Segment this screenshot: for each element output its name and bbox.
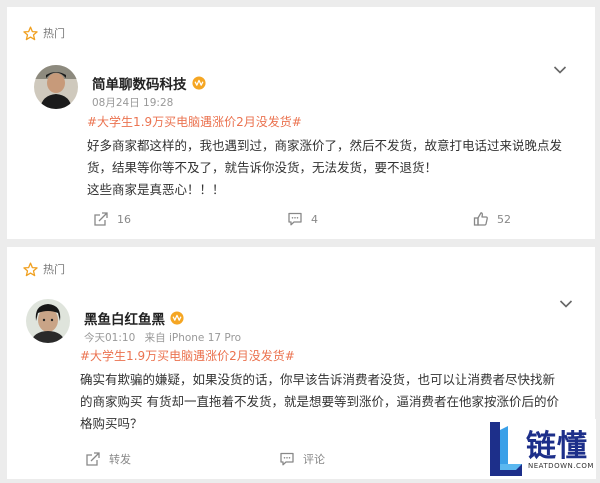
hot-tag: 热门 [23, 25, 65, 41]
avatar[interactable] [34, 65, 78, 109]
comment-count: 4 [311, 212, 318, 226]
post-line: 货，结果等你等不及了，就告诉你没货，无法发货，要不退货！ [87, 160, 438, 175]
post-date: 今天01:10 [84, 332, 136, 344]
post-meta: 08月24日 19:28 [92, 95, 179, 110]
watermark-subtitle: NEATDOWN.COM [528, 462, 594, 470]
post-body: 好多商家都这样的，我也遇到过，商家涨价了，然后不发货，故意打电话过来说晚点发 货… [87, 135, 562, 201]
hot-star-icon [23, 261, 38, 276]
topic-link[interactable]: #大学生1.9万买电脑遇涨价2月没发货# [87, 113, 302, 130]
post-date: 08月24日 19:28 [92, 97, 174, 109]
username[interactable]: 黑鱼白红鱼黑 [84, 308, 184, 328]
avatar[interactable] [26, 299, 70, 343]
post-line: 的商家购买 有货却一直拖着不发货，就是想要等到涨价，逼消费者在他家按涨价后的价 [80, 394, 559, 409]
comment-button[interactable]: 4 [287, 211, 318, 227]
repost-label: 转发 [109, 453, 131, 466]
watermark-title: 链懂 [526, 429, 588, 464]
hot-label: 热门 [43, 263, 65, 276]
share-icon [86, 452, 100, 466]
comment-label: 评论 [303, 453, 325, 466]
comment-button[interactable]: 评论 [279, 451, 325, 467]
share-icon [94, 212, 108, 226]
like-count: 52 [497, 212, 511, 226]
post-source: 来自 iPhone 17 Pro [144, 332, 242, 344]
topic-link[interactable]: #大学生1.9万买电脑遇涨价2月没发货# [80, 347, 295, 364]
repost-button[interactable]: 转发 [85, 451, 131, 467]
repost-count: 16 [117, 212, 131, 226]
post-line: 这些商家是真恶心！！！ [87, 182, 225, 197]
post-line: 确实有欺骗的嫌疑，如果没货的话，你早该告诉消费者没货，也可以让消费者尽快找新 [80, 372, 556, 387]
hot-tag: 热门 [23, 261, 65, 277]
comment-icon [280, 452, 294, 466]
vip-badge-icon [191, 76, 206, 90]
hot-label: 热门 [43, 27, 65, 40]
chevron-down-icon[interactable] [559, 299, 573, 309]
post-line: 好多商家都这样的，我也遇到过，商家涨价了，然后不发货，故意打电话过来说晚点发 [87, 138, 563, 153]
watermark-logo: 链懂 NEATDOWN.COM [484, 419, 596, 479]
hot-star-icon [23, 25, 38, 40]
logo-l-mark [490, 422, 522, 476]
username[interactable]: 简单聊数码科技 [92, 73, 206, 93]
thumbs-up-icon [473, 212, 488, 226]
comment-icon [288, 212, 302, 226]
chevron-down-icon[interactable] [553, 65, 567, 75]
post-card-1: 热门 简单聊数码科技 08月24日 19:28 #大学生1.9万买电脑遇涨价2月… [7, 7, 595, 239]
post-meta: 今天01:10 来自 iPhone 17 Pro [84, 330, 247, 345]
vip-badge-icon [170, 311, 184, 325]
like-button[interactable]: 52 [473, 211, 511, 227]
repost-button[interactable]: 16 [93, 211, 131, 227]
